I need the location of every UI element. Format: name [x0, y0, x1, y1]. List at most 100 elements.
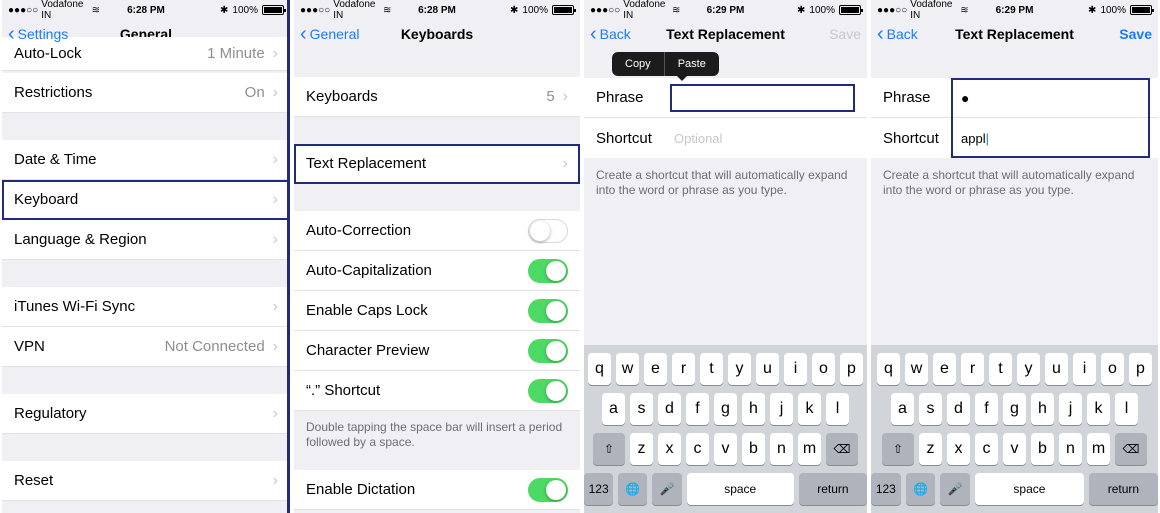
return-key[interactable]: return	[798, 473, 867, 505]
key-g[interactable]: g	[1003, 393, 1026, 425]
phrase-input[interactable]: ●	[957, 84, 1146, 112]
carrier: Vodafone IN	[623, 0, 666, 21]
key-w[interactable]: w	[616, 353, 639, 385]
key-j[interactable]: j	[1059, 393, 1082, 425]
globe-icon[interactable]: 🌐	[618, 473, 648, 505]
key-k[interactable]: k	[1087, 393, 1110, 425]
key-x[interactable]: x	[947, 433, 970, 465]
paste-button[interactable]: Paste	[665, 52, 719, 76]
globe-icon[interactable]: 🌐	[905, 473, 936, 505]
period-shortcut-toggle[interactable]	[528, 378, 568, 403]
phrase-input[interactable]	[670, 83, 855, 112]
shift-icon[interactable]: ⇧	[593, 433, 625, 465]
apple-logo-icon: ●	[961, 89, 970, 106]
key-e[interactable]: e	[644, 353, 667, 385]
row-regulatory[interactable]: Regulatory ›	[2, 394, 290, 434]
key-k[interactable]: k	[798, 393, 821, 425]
key-a[interactable]: a	[891, 393, 914, 425]
back-button[interactable]: ‹ Back	[590, 24, 631, 44]
save-button[interactable]: Save	[1119, 26, 1152, 42]
row-language-region[interactable]: Language & Region ›	[2, 220, 290, 260]
auto-capitalization-toggle[interactable]	[528, 258, 568, 283]
shift-icon[interactable]: ⇧	[882, 433, 914, 465]
delete-icon[interactable]: ⌫	[1115, 433, 1147, 465]
return-key[interactable]: return	[1088, 473, 1158, 505]
battery-icon	[262, 5, 286, 15]
key-z[interactable]: z	[919, 433, 942, 465]
key-m[interactable]: m	[798, 433, 821, 465]
key-u[interactable]: u	[1045, 353, 1068, 385]
key-g[interactable]: g	[714, 393, 737, 425]
key-h[interactable]: h	[742, 393, 765, 425]
row-reset[interactable]: Reset ›	[2, 461, 290, 501]
back-button[interactable]: ‹ General	[300, 24, 359, 44]
status-bar: ●●●○○ Vodafone IN ≋ 6:29 PM ✱ 100%	[871, 0, 1158, 21]
key-r[interactable]: r	[961, 353, 984, 385]
key-m[interactable]: m	[1087, 433, 1110, 465]
caps-lock-toggle[interactable]	[528, 298, 568, 323]
key-f[interactable]: f	[686, 393, 709, 425]
back-button[interactable]: ‹ Settings	[8, 24, 68, 44]
row-auto-lock[interactable]: Auto-Lock 1 Minute ›	[2, 37, 290, 71]
key-d[interactable]: d	[658, 393, 681, 425]
auto-correction-toggle[interactable]	[528, 218, 568, 243]
key-u[interactable]: u	[756, 353, 779, 385]
numbers-key[interactable]: 123	[584, 473, 614, 505]
key-h[interactable]: h	[1031, 393, 1054, 425]
key-r[interactable]: r	[672, 353, 695, 385]
microphone-icon[interactable]: 🎤	[652, 473, 682, 505]
key-v[interactable]: v	[1003, 433, 1026, 465]
key-t[interactable]: t	[700, 353, 723, 385]
key-y[interactable]: y	[728, 353, 751, 385]
shortcut-input[interactable]: Optional	[670, 124, 855, 152]
row-keyboard[interactable]: Keyboard ›	[2, 180, 290, 220]
space-key[interactable]: space	[686, 473, 794, 505]
row-text-replacement[interactable]: Text Replacement ›	[294, 144, 580, 184]
key-i[interactable]: i	[784, 353, 807, 385]
key-i[interactable]: i	[1073, 353, 1096, 385]
key-p[interactable]: p	[1129, 353, 1152, 385]
key-n[interactable]: n	[1059, 433, 1082, 465]
key-e[interactable]: e	[933, 353, 956, 385]
key-y[interactable]: y	[1017, 353, 1040, 385]
character-preview-toggle[interactable]	[528, 338, 568, 363]
copy-button[interactable]: Copy	[612, 52, 665, 76]
row-itunes-wifi-sync[interactable]: iTunes Wi-Fi Sync ›	[2, 287, 290, 327]
key-s[interactable]: s	[630, 393, 653, 425]
delete-icon[interactable]: ⌫	[826, 433, 858, 465]
row-vpn[interactable]: VPN Not Connected ›	[2, 327, 290, 367]
key-t[interactable]: t	[989, 353, 1012, 385]
key-q[interactable]: q	[588, 353, 611, 385]
space-key[interactable]: space	[975, 473, 1084, 505]
key-s[interactable]: s	[919, 393, 942, 425]
key-c[interactable]: c	[686, 433, 709, 465]
key-q[interactable]: q	[877, 353, 900, 385]
key-o[interactable]: o	[812, 353, 835, 385]
key-d[interactable]: d	[947, 393, 970, 425]
shortcut-input[interactable]: appl |	[957, 124, 1146, 152]
key-b[interactable]: b	[1031, 433, 1054, 465]
key-z[interactable]: z	[630, 433, 653, 465]
save-button[interactable]: Save	[829, 26, 861, 42]
row-restrictions[interactable]: Restrictions On ›	[2, 73, 290, 113]
key-a[interactable]: a	[602, 393, 625, 425]
key-l[interactable]: l	[1115, 393, 1138, 425]
key-f[interactable]: f	[975, 393, 998, 425]
row-date-time[interactable]: Date & Time ›	[2, 140, 290, 180]
key-x[interactable]: x	[658, 433, 681, 465]
key-v[interactable]: v	[714, 433, 737, 465]
back-button[interactable]: ‹ Back	[877, 24, 918, 44]
key-w[interactable]: w	[905, 353, 928, 385]
key-b[interactable]: b	[742, 433, 765, 465]
key-o[interactable]: o	[1101, 353, 1124, 385]
key-p[interactable]: p	[840, 353, 863, 385]
key-j[interactable]: j	[770, 393, 793, 425]
shortcut-row: Shortcut appl |	[871, 118, 1158, 158]
key-n[interactable]: n	[770, 433, 793, 465]
dictation-toggle[interactable]	[528, 477, 568, 502]
row-keyboards[interactable]: Keyboards 5 ›	[294, 77, 580, 117]
numbers-key[interactable]: 123	[871, 473, 901, 505]
key-c[interactable]: c	[975, 433, 998, 465]
microphone-icon[interactable]: 🎤	[940, 473, 971, 505]
key-l[interactable]: l	[826, 393, 849, 425]
